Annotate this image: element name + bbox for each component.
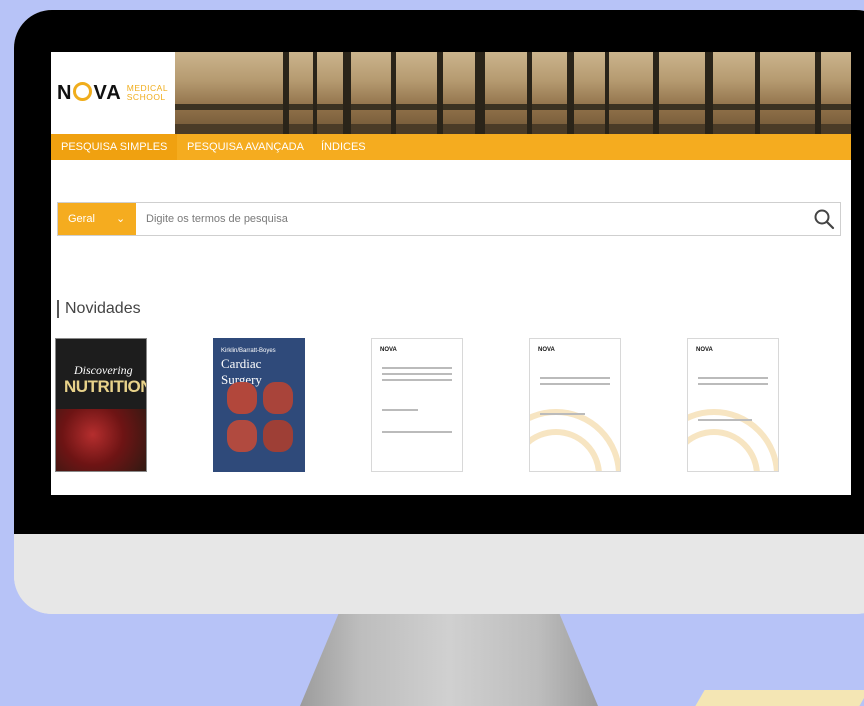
cover-author: Kirklin/Barratt-Boyes — [221, 348, 276, 354]
monitor-stand — [300, 606, 598, 706]
section-title-novidades: Novidades — [57, 300, 141, 318]
monitor: N VA MEDICAL SCHOOL PESQUISA SIMPLES PES… — [14, 10, 864, 614]
monitor-chin — [14, 534, 864, 614]
logo-nova-text: N VA — [57, 81, 122, 104]
search-scope-label: Geral — [68, 213, 95, 225]
search-scope-select[interactable]: Geral ⌄ — [58, 203, 136, 235]
search-bar: Geral ⌄ — [57, 202, 841, 236]
screen: N VA MEDICAL SCHOOL PESQUISA SIMPLES PES… — [51, 52, 851, 495]
cover-title-2: NUTRITION — [64, 377, 147, 396]
cover-title-1: Discovering — [74, 363, 133, 377]
doc-logo: NOVA — [696, 347, 713, 353]
doc-logo: NOVA — [538, 347, 555, 353]
logo-medical-school: MEDICAL SCHOOL — [127, 84, 168, 102]
tab-indices[interactable]: ÍNDICES — [311, 134, 376, 160]
site-header: N VA MEDICAL SCHOOL — [51, 52, 851, 134]
logo-sub-2: SCHOOL — [126, 92, 166, 102]
doc-logo: NOVA — [380, 347, 397, 353]
tab-pesquisa-simples[interactable]: PESQUISA SIMPLES — [51, 134, 178, 160]
book-cover-discovering-nutrition[interactable]: Discovering NUTRITION — [55, 338, 147, 472]
header-banner-image — [175, 52, 851, 134]
floor-highlight — [695, 690, 864, 706]
site-logo[interactable]: N VA MEDICAL SCHOOL — [51, 52, 175, 134]
search-input[interactable] — [140, 204, 792, 234]
chevron-down-icon: ⌄ — [116, 213, 126, 225]
tab-pesquisa-avancada[interactable]: PESQUISA AVANÇADA — [177, 134, 314, 160]
search-icon[interactable] — [812, 207, 836, 231]
main-nav: PESQUISA SIMPLES PESQUISA AVANÇADA ÍNDIC… — [51, 134, 851, 160]
book-cover-cardiac-surgery[interactable]: Kirklin/Barratt-Boyes Cardiac Surgery — [213, 338, 305, 472]
thesis-cover-3[interactable]: NOVA — [687, 338, 779, 472]
thesis-cover-1[interactable]: NOVA — [371, 338, 463, 472]
thesis-cover-2[interactable]: NOVA — [529, 338, 621, 472]
